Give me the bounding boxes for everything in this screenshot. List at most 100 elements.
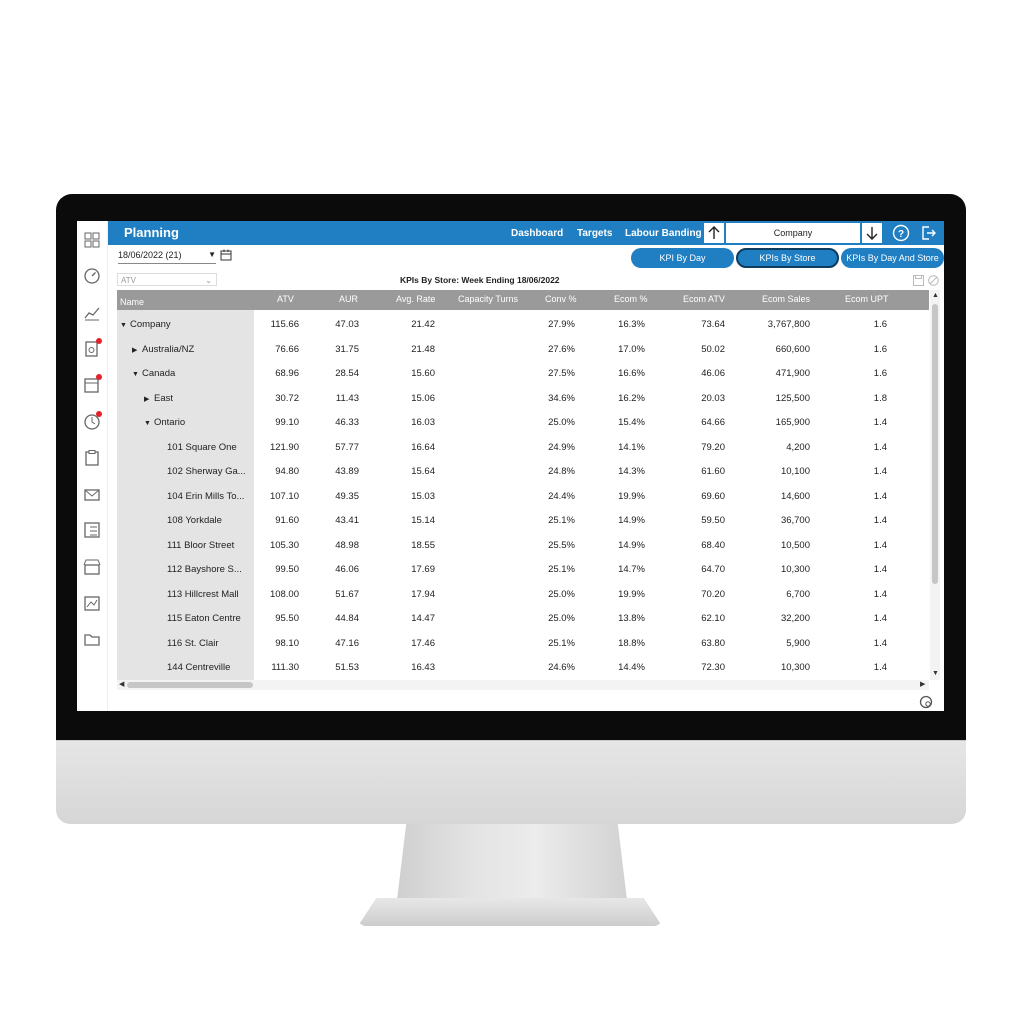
cell-conv: 24.4% — [548, 490, 575, 502]
down-arrow-icon[interactable] — [862, 223, 882, 243]
row-name: ▼ Company — [120, 313, 251, 338]
calendar-icon[interactable] — [220, 248, 232, 266]
scroll-down-icon[interactable]: ▼ — [932, 669, 939, 679]
cell-conv: 27.9% — [548, 319, 575, 330]
collapse-icon[interactable]: ▼ — [120, 314, 130, 338]
chevron-down-icon: ⌄ — [205, 276, 212, 285]
cell-ecom-sales: 125,500 — [775, 392, 810, 404]
search-settings-icon[interactable] — [919, 695, 933, 711]
kpis-by-day-and-store-button[interactable]: KPIs By Day And Store — [841, 248, 944, 268]
cell-ecom: 16.3% — [618, 319, 645, 330]
table-row[interactable]: 104 Erin Mills To... 107.10 49.35 15.03 24.4… — [117, 485, 929, 510]
cell-avg-rate: 14.47 — [411, 613, 435, 624]
vertical-scroll-thumb[interactable] — [932, 304, 938, 584]
cell-avg-rate: 15.14 — [411, 515, 435, 526]
cell-ecom: 19.9% — [618, 490, 645, 502]
date-selector[interactable]: 18/06/2022 (21) ▼ — [118, 249, 216, 264]
nav-dashboard[interactable]: Dashboard — [511, 228, 563, 239]
cell-ecom-upt: 1.4 — [873, 564, 887, 575]
alert-dot — [96, 410, 102, 417]
kpi-by-day-button[interactable]: KPI By Day — [631, 248, 734, 268]
row-label: Company — [130, 319, 171, 330]
data-chart-icon[interactable] — [82, 593, 102, 613]
gauge-icon[interactable] — [82, 266, 102, 286]
table-title: KPIs By Store: Week Ending 18/06/2022 — [400, 275, 560, 285]
logout-icon[interactable] — [918, 223, 938, 243]
folder-icon[interactable] — [82, 629, 102, 649]
collapse-icon[interactable]: ▼ — [132, 363, 142, 387]
save-icon[interactable] — [913, 273, 925, 286]
cell-conv: 27.5% — [548, 368, 575, 379]
store-icon[interactable] — [82, 557, 102, 577]
dashboard-grid-icon[interactable] — [82, 230, 102, 250]
cell-atv: 95.50 — [275, 613, 299, 624]
table-row[interactable]: 115 Eaton Centre 95.50 44.84 14.47 25.0% 13.8… — [117, 607, 929, 632]
cell-avg-rate: 16.43 — [411, 662, 435, 673]
cell-ecom-upt: 1.4 — [873, 539, 887, 551]
help-icon[interactable]: ? — [891, 223, 911, 243]
kpis-by-store-button[interactable]: KPIs By Store — [736, 248, 839, 268]
table-row[interactable]: 102 Sherway Ga... 94.80 43.89 15.64 24.8% 14.… — [117, 460, 929, 485]
table-row[interactable]: ▼ Ontario 99.10 46.33 16.03 25.0% 15.4% 64.66 16… — [117, 411, 929, 436]
column-header-conv[interactable]: Conv % — [545, 290, 577, 310]
table-row[interactable]: ▼ Canada 68.96 28.54 15.60 27.5% 16.6% 46.06 471… — [117, 362, 929, 387]
column-header-aur[interactable]: AUR — [339, 290, 358, 310]
expand-icon[interactable]: ▶ — [132, 339, 142, 363]
cell-conv: 25.1% — [548, 564, 575, 575]
vertical-scrollbar[interactable]: ▲ ▼ — [930, 290, 940, 680]
horizontal-scroll-thumb[interactable] — [127, 682, 253, 688]
expand-icon[interactable]: ▶ — [144, 388, 154, 412]
cell-aur: 44.84 — [335, 613, 359, 624]
column-header-ecom-atv[interactable]: Ecom ATV — [683, 290, 725, 310]
column-header-ecom-upt[interactable]: Ecom UPT — [845, 290, 889, 310]
report-alert-icon[interactable] — [82, 337, 102, 359]
scroll-left-icon[interactable]: ◀ — [119, 680, 124, 690]
cell-ecom: 15.4% — [618, 417, 645, 428]
cell-ecom: 14.9% — [618, 539, 645, 551]
column-header-ecom-sales[interactable]: Ecom Sales — [762, 290, 810, 310]
kpi-table: Name ATV AUR Avg. Rate Capacity Turns Co… — [117, 290, 929, 680]
clipboard-icon[interactable] — [82, 448, 102, 468]
scroll-up-icon[interactable]: ▲ — [932, 291, 939, 301]
nav-labour-banding[interactable]: Labour Banding — [625, 228, 702, 239]
row-name: ▶ Australia/NZ — [132, 338, 251, 363]
cell-ecom-upt: 1.6 — [873, 343, 887, 355]
column-header-ecom[interactable]: Ecom % — [614, 290, 648, 310]
envelope-icon[interactable] — [82, 484, 102, 504]
chart-icon[interactable] — [82, 303, 102, 323]
table-row[interactable]: 113 Hillcrest Mall 108.00 51.67 17.94 25.0% 1… — [117, 583, 929, 608]
column-header-capacity-turns[interactable]: Capacity Turns — [458, 290, 518, 310]
scroll-right-icon[interactable]: ▶ — [920, 680, 925, 690]
cell-ecom-atv: 46.06 — [701, 368, 725, 379]
table-row[interactable]: ▶ Australia/NZ 76.66 31.75 21.48 27.6% 17.0% 50… — [117, 338, 929, 363]
nav-targets[interactable]: Targets — [577, 228, 612, 239]
table-row[interactable]: 144 Centreville 111.30 51.53 16.43 24.6% 14.4… — [117, 656, 929, 680]
cell-aur: 49.35 — [335, 490, 359, 502]
metric-selector[interactable]: ATV ⌄ — [117, 273, 217, 286]
cell-conv: 24.6% — [548, 662, 575, 673]
column-header-avg-rate[interactable]: Avg. Rate — [396, 290, 435, 310]
clock-alert-icon[interactable] — [82, 410, 102, 432]
horizontal-scrollbar[interactable]: ◀ ▶ — [117, 680, 929, 690]
row-name: ▼ Canada — [132, 362, 251, 387]
cell-ecom-sales: 10,100 — [780, 466, 810, 477]
table-row[interactable]: 116 St. Clair 98.10 47.16 17.46 25.1% 18.8% 63… — [117, 632, 929, 657]
cell-atv: 30.72 — [275, 392, 299, 404]
table-row[interactable]: 111 Bloor Street 105.30 48.98 18.55 25.5% 14.… — [117, 534, 929, 559]
table-row[interactable]: 108 Yorkdale 91.60 43.41 15.14 25.1% 14.9% 59.… — [117, 509, 929, 534]
calendar-alert-icon[interactable] — [82, 374, 102, 395]
clear-icon[interactable] — [928, 273, 940, 286]
hierarchy-selector[interactable]: Company — [726, 223, 860, 243]
table-row[interactable]: 112 Bayshore S... 99.50 46.06 17.69 25.1% 14.… — [117, 558, 929, 583]
checklist-icon[interactable] — [82, 520, 102, 540]
cell-ecom-sales: 10,500 — [780, 539, 810, 551]
collapse-icon[interactable]: ▼ — [144, 412, 154, 436]
row-label: 113 Hillcrest Mall — [167, 588, 239, 600]
table-row[interactable]: 101 Square One 121.90 57.77 16.64 24.9% 14.1%… — [117, 436, 929, 461]
cell-avg-rate: 15.64 — [411, 466, 435, 477]
table-row[interactable]: ▼ Company 115.66 47.03 21.42 27.9% 16.3% 73.64 3… — [117, 313, 929, 338]
table-row[interactable]: ▶ East 30.72 11.43 15.06 34.6% 16.2% 20.03 125,5… — [117, 387, 929, 412]
cell-ecom-upt: 1.6 — [873, 319, 887, 330]
up-arrow-icon[interactable] — [704, 223, 724, 243]
column-header-atv[interactable]: ATV — [277, 290, 294, 310]
